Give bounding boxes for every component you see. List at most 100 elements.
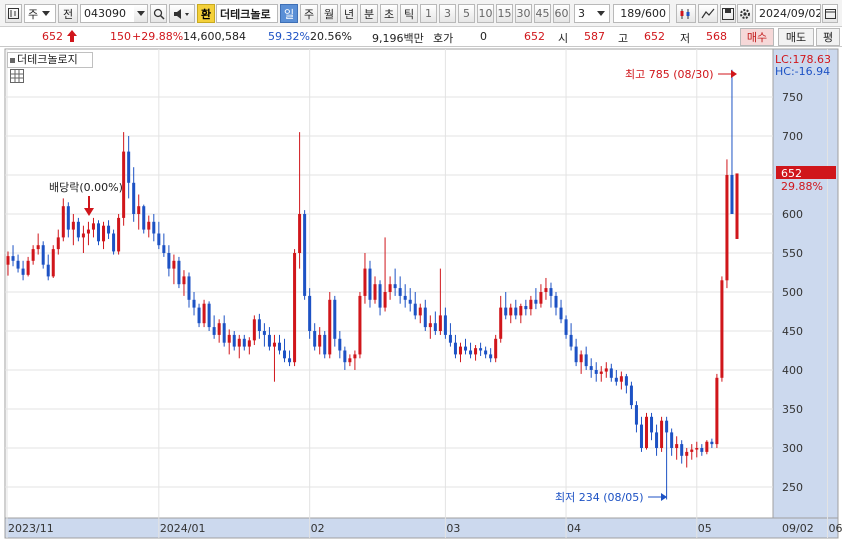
legend-square-icon — [10, 57, 15, 63]
quote-price: 652 — [42, 30, 63, 43]
candle-body — [469, 350, 473, 355]
code-value: 043090 — [84, 7, 126, 20]
quote-change: 150 — [110, 30, 131, 43]
count-field[interactable]: 189 /600 — [613, 4, 670, 23]
gear-icon[interactable] — [737, 4, 753, 23]
period-year-button[interactable]: 년 — [340, 4, 358, 23]
candle-body — [272, 342, 276, 347]
minute-60-button[interactable]: 60 — [553, 4, 570, 23]
candle-body — [172, 260, 176, 269]
candle-body — [479, 348, 483, 351]
minute-30-button[interactable]: 30 — [515, 4, 532, 23]
high-annotation: 최고 785 (08/30) — [625, 68, 714, 81]
candle-body — [56, 237, 60, 250]
minute-3-button[interactable]: 3 — [439, 4, 456, 23]
period-month-button[interactable]: 월 — [320, 4, 338, 23]
speaker-icon[interactable] — [169, 4, 195, 23]
dividend-annotation: 배당락(0.00%) — [49, 181, 123, 194]
candle — [142, 204, 146, 234]
candle-body — [624, 376, 628, 386]
candle-body — [519, 306, 523, 316]
candle-body — [252, 319, 256, 341]
candle-body — [433, 323, 437, 331]
candle-body — [277, 342, 281, 351]
calendar-icon[interactable] — [822, 4, 838, 23]
period-tick-button[interactable]: 틱 — [400, 4, 418, 23]
swap-icon[interactable] — [698, 4, 718, 23]
candle-body — [670, 432, 674, 448]
candle-body — [629, 385, 633, 406]
minute-10-button[interactable]: 10 — [477, 4, 494, 23]
candle-body — [358, 295, 362, 355]
quote-high: 652 — [644, 30, 665, 43]
count-total: /600 — [641, 7, 666, 20]
minute-5-button[interactable]: 5 — [458, 4, 475, 23]
candle-body — [353, 354, 357, 359]
candle-body — [453, 342, 457, 355]
candle-body — [11, 256, 15, 261]
period-minute-button[interactable]: 분 — [360, 4, 378, 23]
minute-45-button[interactable]: 45 — [534, 4, 551, 23]
interval-select[interactable]: 3 — [574, 4, 610, 23]
current-change-label: 29.88% — [781, 180, 823, 193]
date-field[interactable]: 2024/09/02 — [755, 4, 821, 23]
candle-body — [604, 368, 608, 372]
candle-body — [76, 221, 80, 238]
period-day-button[interactable]: 일 — [280, 4, 298, 23]
candle-body — [509, 307, 513, 316]
candle — [323, 331, 327, 359]
candle-body — [675, 444, 679, 448]
quote-turnover: 20.56% — [310, 30, 352, 43]
candle-body — [91, 223, 95, 230]
candle-body — [137, 206, 141, 214]
candle-body — [363, 268, 367, 296]
minute-1-button[interactable]: 1 — [420, 4, 437, 23]
candle-body — [504, 307, 508, 316]
period-second-button[interactable]: 초 — [380, 4, 398, 23]
candle-body — [333, 299, 337, 339]
dropdown-icon — [136, 11, 145, 16]
candle-body — [680, 444, 684, 456]
candle-body — [202, 303, 206, 324]
candle-body — [21, 268, 25, 275]
candle-body — [639, 424, 643, 448]
candle-body — [660, 420, 664, 448]
sell-button[interactable]: 매도 — [778, 28, 814, 46]
minute-15-button[interactable]: 15 — [496, 4, 513, 23]
x-axis-panel — [4, 517, 839, 539]
candle-body — [665, 420, 669, 433]
candle-body — [730, 175, 734, 214]
buy-button[interactable]: 매수 — [740, 28, 774, 46]
candle — [328, 292, 332, 359]
save-icon[interactable] — [720, 4, 736, 23]
candle-body — [112, 233, 116, 252]
period-week-button[interactable]: 주 — [300, 4, 318, 23]
candle-body — [343, 350, 347, 363]
market-select[interactable]: 주 — [24, 4, 56, 23]
low-annotation: 최저 234 (08/05) — [555, 491, 644, 504]
x-tick-label: 2024/01 — [160, 522, 206, 535]
series-legend[interactable]: 더테크놀로지 — [7, 52, 93, 68]
code-dropdown-button[interactable] — [134, 4, 148, 23]
chart-icon[interactable] — [5, 4, 22, 23]
price-chart[interactable]: 250300350400450500550600650700750 2023/1… — [0, 48, 842, 539]
candle-body — [107, 225, 111, 234]
currency-button[interactable]: 환 — [197, 4, 215, 23]
prev-button[interactable]: 전 — [58, 4, 78, 23]
candle-body — [217, 323, 221, 335]
candle-body — [212, 327, 216, 335]
candle-body — [554, 295, 558, 308]
flat-button[interactable]: 평 — [816, 28, 840, 46]
grid-icon[interactable] — [10, 69, 24, 83]
candle-body — [373, 284, 377, 300]
candle-body — [308, 295, 312, 331]
candle-icon[interactable] — [676, 4, 696, 23]
hoga-label: 호가 — [433, 32, 454, 45]
candle-body — [614, 377, 618, 382]
candle-body — [36, 245, 40, 250]
candle-body — [207, 303, 211, 328]
candle — [644, 412, 649, 450]
candle-body — [162, 245, 166, 253]
search-icon[interactable] — [150, 4, 167, 23]
candle-body — [46, 264, 50, 277]
